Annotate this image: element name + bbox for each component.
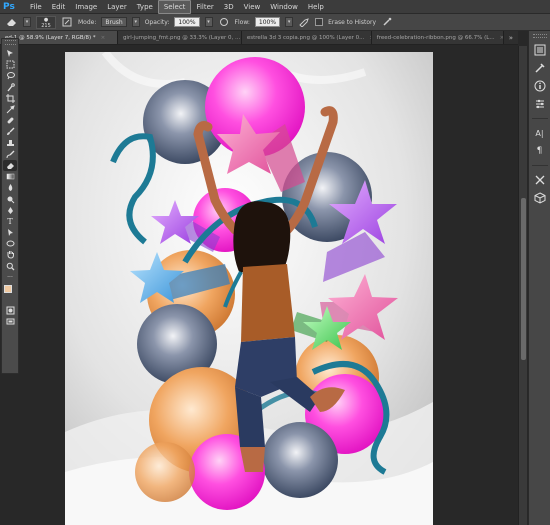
screen-mode-icon[interactable]: [3, 316, 17, 327]
properties-icon[interactable]: [532, 60, 548, 76]
close-icon[interactable]: ×: [101, 35, 106, 41]
move-tool-icon[interactable]: [3, 48, 17, 59]
more-tabs-icon[interactable]: »: [504, 31, 518, 44]
eraser-tool-icon[interactable]: [3, 159, 17, 172]
quick-select-icon[interactable]: [3, 82, 17, 93]
shape-tool-icon[interactable]: [3, 238, 17, 249]
hand-tool-icon[interactable]: [3, 249, 17, 260]
menu-edit[interactable]: Edit: [47, 1, 71, 13]
3d-icon[interactable]: [532, 190, 548, 206]
flow-input[interactable]: 100%: [254, 17, 281, 27]
document-canvas[interactable]: [65, 52, 433, 525]
menu-layer[interactable]: Layer: [102, 1, 132, 13]
brush-size-value: 215: [41, 22, 51, 29]
clone-stamp-icon[interactable]: [3, 138, 17, 149]
scrollbar-thumb[interactable]: [521, 198, 526, 360]
history-brush-icon[interactable]: [3, 149, 17, 160]
tab-document-2[interactable]: girl-jumping_fmt.png @ 33.3% (Layer 0, .…: [117, 31, 242, 44]
dock-grip[interactable]: [532, 34, 547, 38]
flow-dropdown[interactable]: ▾: [285, 17, 294, 27]
mode-label: Mode:: [78, 18, 97, 26]
healing-brush-icon[interactable]: [3, 115, 17, 126]
adjustments-icon[interactable]: [532, 96, 548, 112]
options-bar: ▾ ● 215 Mode: Brush ▾ Opacity: 100% ▾ Fl…: [0, 14, 550, 31]
eraser-preset-icon[interactable]: [6, 16, 18, 28]
artwork-image: [65, 52, 433, 525]
pressure-opacity-icon[interactable]: [218, 16, 230, 28]
panel-dock: A| ¶: [528, 31, 550, 525]
paragraph-icon[interactable]: ¶: [532, 143, 548, 159]
menu-filter[interactable]: Filter: [191, 1, 218, 13]
quick-mask-icon[interactable]: [3, 305, 17, 316]
preset-dropdown[interactable]: ▾: [23, 17, 31, 27]
mode-dropdown[interactable]: ▾: [131, 17, 140, 27]
menu-3d[interactable]: 3D: [219, 1, 239, 13]
vertical-scrollbar[interactable]: [518, 46, 527, 525]
menu-bar: Ps File Edit Image Layer Type Select Fil…: [0, 0, 550, 14]
pen-tool-icon[interactable]: [3, 205, 17, 216]
marquee-tool-icon[interactable]: [3, 59, 17, 70]
dodge-tool-icon[interactable]: [3, 193, 17, 204]
document-workspace[interactable]: [21, 46, 518, 525]
photoshop-logo: Ps: [3, 1, 15, 12]
pressure-size-icon[interactable]: [381, 16, 393, 28]
foreground-color-swatch[interactable]: [4, 284, 12, 293]
opacity-label: Opacity:: [144, 18, 170, 26]
info-icon[interactable]: [532, 78, 548, 94]
tools-panel: T ···: [1, 38, 19, 374]
menu-window[interactable]: Window: [265, 1, 303, 13]
dock-separator: [531, 165, 548, 166]
eyedropper-icon[interactable]: [3, 104, 17, 115]
path-select-icon[interactable]: [3, 227, 17, 238]
blur-tool-icon[interactable]: [3, 182, 17, 193]
color-swatches[interactable]: [3, 284, 17, 301]
mode-select[interactable]: Brush: [101, 17, 127, 27]
history-icon[interactable]: [532, 42, 548, 58]
menu-type[interactable]: Type: [132, 1, 158, 13]
type-tool-icon[interactable]: T: [3, 216, 17, 227]
document-tabs: ed-1 @ 58.9% (Layer 7, RGB/8) * × girl-ju…: [0, 31, 518, 45]
crop-tool-icon[interactable]: [3, 93, 17, 104]
airbrush-icon[interactable]: [298, 16, 310, 28]
menu-help[interactable]: Help: [303, 1, 329, 13]
brush-panel-icon[interactable]: [61, 16, 73, 28]
brush-tool-icon[interactable]: [3, 126, 17, 137]
erase-to-history-checkbox[interactable]: [315, 18, 324, 26]
brush-size-picker[interactable]: ● 215: [36, 15, 56, 29]
panel-grip[interactable]: [5, 40, 16, 45]
more-tools-icon[interactable]: ···: [3, 272, 17, 283]
zoom-tool-icon[interactable]: [3, 261, 17, 272]
dock-separator: [531, 118, 548, 119]
opacity-input[interactable]: 100%: [174, 17, 200, 27]
tools-preset-icon[interactable]: [532, 172, 548, 188]
flow-label: Flow:: [234, 18, 250, 26]
tab-document-4[interactable]: freed-celebration-ribbon.png @ 66.7% (L.…: [371, 31, 504, 44]
tab-label: girl-jumping_fmt.png @ 33.3% (Layer 0, .…: [122, 35, 241, 41]
tab-document-3[interactable]: estrella 3d 3 copia.png @ 100% (Layer 0.…: [241, 31, 372, 44]
erase-to-history-label: Erase to History: [328, 18, 377, 26]
menu-image[interactable]: Image: [70, 1, 102, 13]
character-icon[interactable]: A|: [532, 125, 548, 141]
opacity-dropdown[interactable]: ▾: [204, 17, 213, 27]
menu-select[interactable]: Select: [157, 0, 192, 14]
tab-label: estrella 3d 3 copia.png @ 100% (Layer 0.…: [246, 35, 365, 41]
menu-file[interactable]: File: [25, 1, 47, 13]
menu-view[interactable]: View: [239, 1, 266, 13]
tab-label: freed-celebration-ribbon.png @ 66.7% (L.…: [376, 35, 495, 41]
gradient-tool-icon[interactable]: [3, 171, 17, 182]
lasso-tool-icon[interactable]: [3, 70, 17, 81]
